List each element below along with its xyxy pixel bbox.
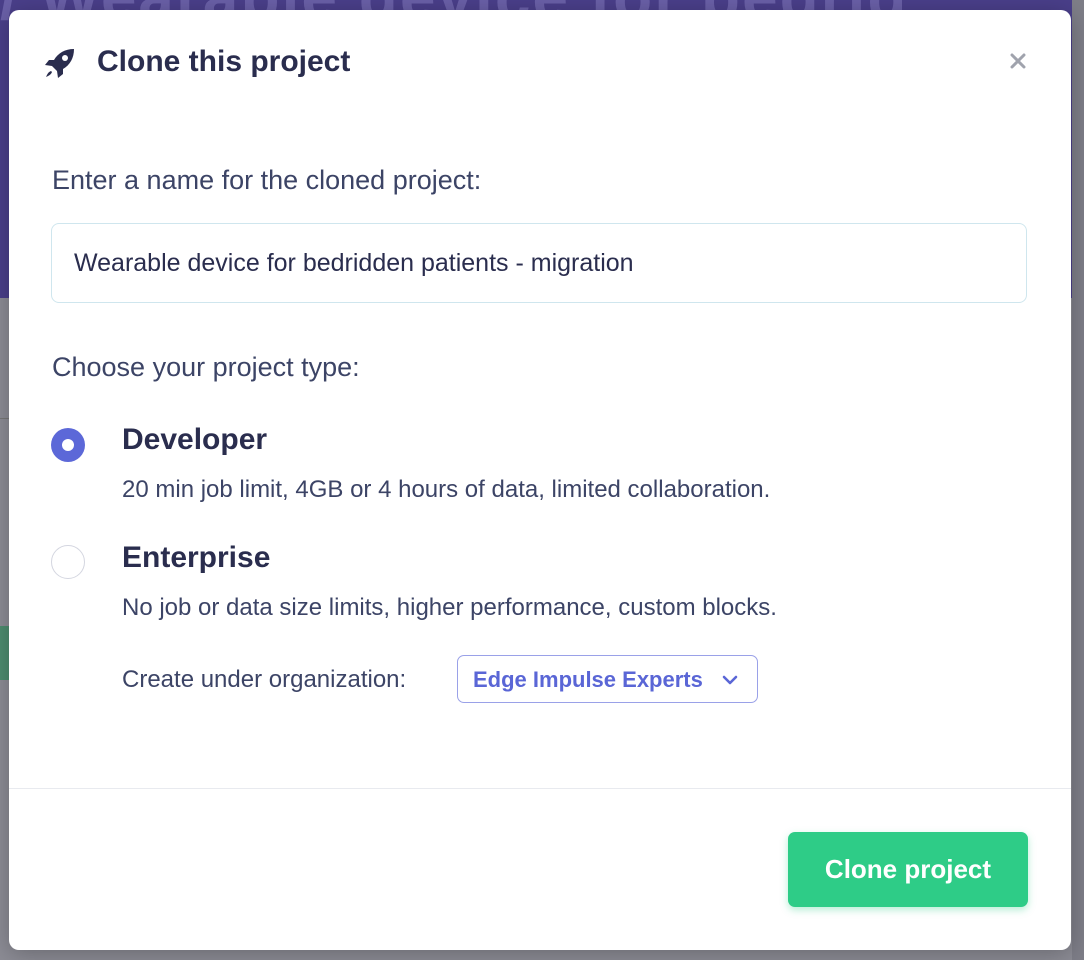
developer-radio[interactable] [51,428,85,462]
organization-select[interactable]: Edge Impulse Experts [457,655,758,703]
organization-select-value: Edge Impulse Experts [473,667,703,692]
enterprise-radio[interactable] [51,545,85,579]
dialog-header: Clone this project [9,10,1071,116]
developer-option-description: 20 min job limit, 4GB or 4 hours of data… [122,476,771,503]
dialog-title: Clone this project [97,45,351,78]
organization-label: Create under organization: [122,666,407,693]
clone-project-button[interactable]: Clone project [788,832,1028,907]
dialog-footer-divider [9,788,1071,789]
radio-selected-dot [62,439,74,451]
project-type-label: Choose your project type: [52,352,360,382]
enterprise-option-description: No job or data size limits, higher perfo… [122,594,777,621]
project-name-input[interactable] [51,223,1027,303]
enterprise-option-title[interactable]: Enterprise [122,541,270,575]
developer-option-title[interactable]: Developer [122,423,267,457]
background-scrollbar [1072,0,1084,960]
rocket-icon [45,49,74,78]
chevron-down-icon [722,675,738,685]
close-icon[interactable] [1005,48,1031,74]
clone-project-dialog: Clone this project Enter a name for the … [9,10,1071,950]
project-name-label: Enter a name for the cloned project: [52,165,482,195]
